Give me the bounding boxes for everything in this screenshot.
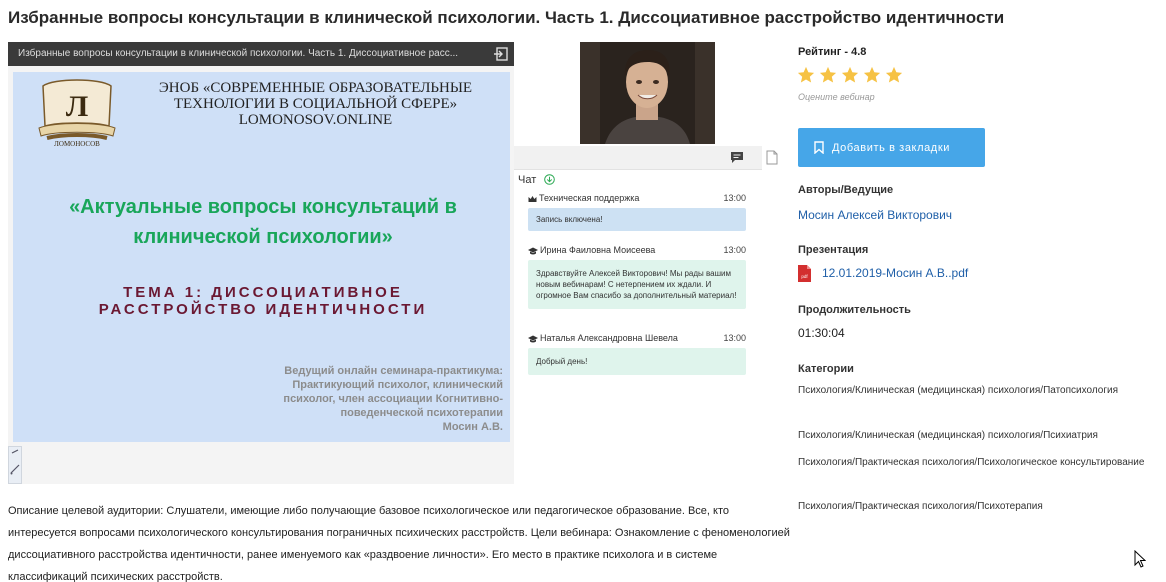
exit-fullscreen-icon[interactable] [492,45,510,63]
lomonosov-logo: Л ЛОМОНОСОВ [38,79,116,148]
rating-stars[interactable] [797,66,903,84]
chat-author: Наталья Александровна Шевела [540,333,678,343]
page-title: Избранные вопросы консультации в клиниче… [8,8,1005,27]
player-title-bar: Избранные вопросы консультации в клиниче… [8,42,514,66]
chat-time: 13:00 [723,245,746,255]
author-link[interactable]: Мосин Алексей Викторович [798,208,952,222]
crown-icon [528,196,537,202]
player-title: Избранные вопросы консультации в клиниче… [18,48,459,59]
authors-label: Авторы/Ведущие [798,184,894,196]
presentation-slide: Л ЛОМОНОСОВ ЭНОБ «СОВРЕМЕННЫЕ ОБРАЗОВАТЕ… [13,72,510,442]
category-item[interactable]: Психология/Клиническая (медицинская) пси… [798,429,1148,443]
slide-title: «Актуальные вопросы консультаций в клини… [69,196,457,248]
duration-label: Продолжительность [798,304,911,316]
chat-author: Техническая поддержка [539,193,640,203]
star-icon[interactable] [841,66,859,84]
chat-bubble: Запись включена! [528,208,746,231]
categories-label: Категории [798,363,854,375]
chat-message: Наталья Александровна Шевела 13:00 Добры… [528,332,746,375]
star-icon[interactable] [863,66,881,84]
slide-topic: ТЕМА 1: ДИССОЦИАТИВНОЕ РАССТРОЙСТВО ИДЕН… [98,284,428,318]
slide-lecturer: Ведущий онлайн семинара-практикума: Прак… [283,365,503,433]
duration-value: 01:30:04 [798,326,845,340]
drawing-toolbar[interactable] [8,446,22,484]
chat-icon[interactable] [730,151,744,164]
webinar-description: Описание целевой аудитории: Слушатели, и… [8,505,790,582]
add-bookmark-label: Добавить в закладки [832,141,950,154]
chat-message: Ирина Фаиловна Моисеева 13:00 Здравствуй… [528,244,746,309]
chat-message: Техническая поддержка 13:00 Запись включ… [528,192,746,231]
pen-icon[interactable] [9,447,21,483]
file-icon[interactable] [766,150,778,165]
add-bookmark-button[interactable]: Добавить в закладки [798,128,985,167]
presentation-label: Презентация [798,244,869,256]
star-icon[interactable] [819,66,837,84]
presentation-file[interactable]: pdf 12.01.2019-Мосин А.В..pdf [798,264,968,282]
star-icon[interactable] [885,66,903,84]
chat-label: Чат [518,174,537,186]
graduation-cap-icon [528,247,538,255]
pdf-icon: pdf [798,264,811,282]
bookmark-icon [814,141,824,154]
svg-text:pdf: pdf [801,274,808,279]
video-player[interactable]: Избранные вопросы консультации в клиниче… [8,42,514,484]
chat-time: 13:00 [723,333,746,343]
chat-panel: Чат Техническая поддержка 13:00 Запись в… [514,146,778,484]
download-icon[interactable] [544,174,555,185]
category-item[interactable]: Психология/Практическая психология/Психо… [798,456,1148,470]
chat-bubble: Добрый день! [528,348,746,375]
category-item[interactable]: Психология/Практическая психология/Психо… [798,500,1148,514]
graduation-cap-icon [528,335,538,343]
mouse-cursor-icon [1134,550,1146,568]
chat-author: Ирина Фаиловна Моисеева [540,245,656,255]
category-item[interactable]: Психология/Клиническая (медицинская) пси… [798,384,1148,398]
star-icon[interactable] [797,66,815,84]
svg-text:ЛОМОНОСОВ: ЛОМОНОСОВ [54,140,100,148]
svg-text:Л: Л [66,90,88,123]
webcam-video [580,42,715,144]
rating-label: Рейтинг - 4.8 [798,46,867,58]
chat-tabs [514,146,778,170]
rate-webinar-hint: Оцените вебинар [798,92,875,102]
presentation-link[interactable]: 12.01.2019-Мосин А.В..pdf [822,266,968,280]
organization-name: ЭНОБ «СОВРЕМЕННЫЕ ОБРАЗОВАТЕЛЬНЫЕ ТЕХНОЛ… [158,80,473,128]
chat-bubble: Здравствуйте Алексей Викторович! Мы рады… [528,260,746,309]
chat-time: 13:00 [723,193,746,203]
